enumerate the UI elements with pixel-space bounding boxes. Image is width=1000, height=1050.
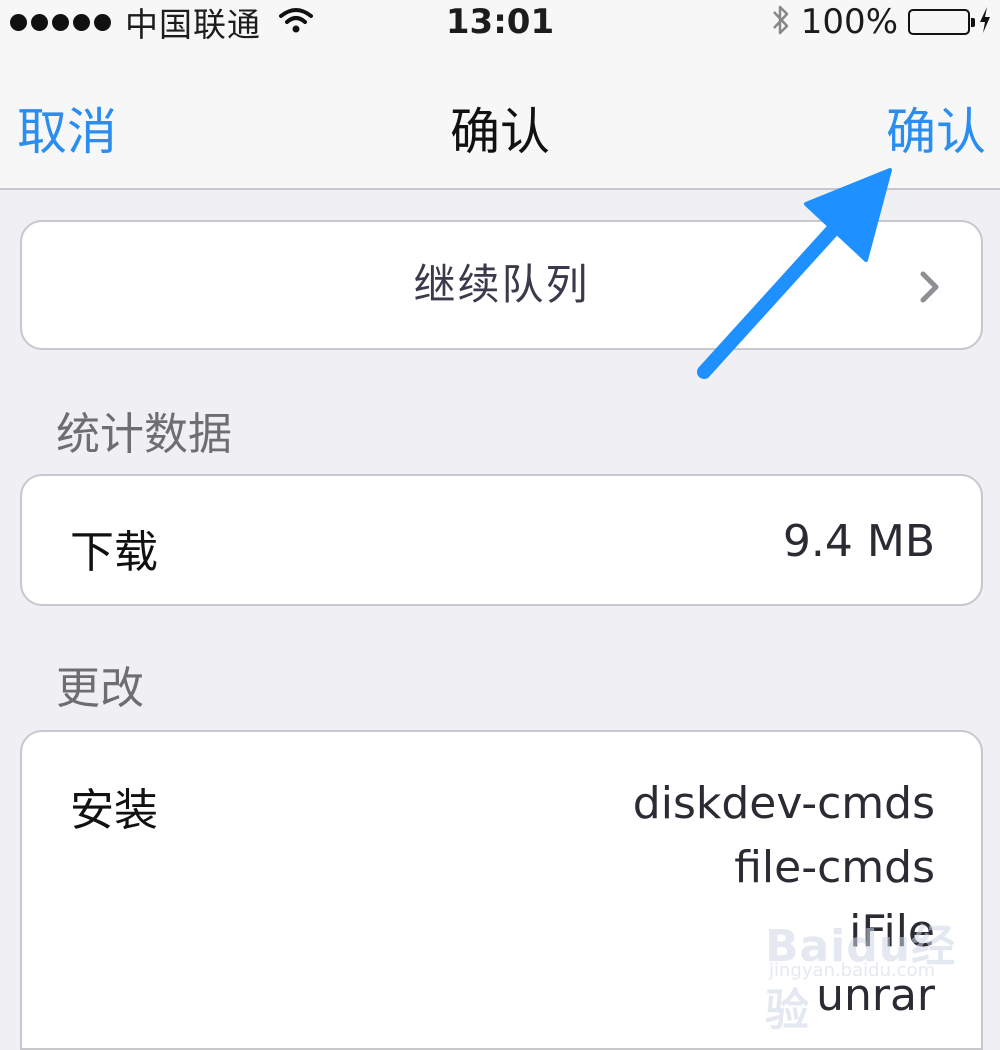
bluetooth-icon [771,2,791,42]
battery-percent: 100% [800,2,898,42]
battery-icon [908,9,975,35]
baidu-watermark: Baidu经验 jingyan.baidu.com [765,910,965,1036]
status-bar: 中国联通 13:01 100% [0,0,1000,44]
install-label: 安装 [70,785,158,836]
install-package: file-cmds [734,842,935,893]
download-value: 9.4 MB [782,516,935,567]
watermark-sub: jingyan.baidu.com [769,960,936,981]
status-right: 100% [771,0,992,44]
confirm-button[interactable]: 确认 [886,92,986,164]
charging-bolt-icon [978,6,992,38]
install-package: diskdev-cmds [632,778,935,829]
download-row: 下载 9.4 MB [20,474,983,606]
continue-queue-button[interactable]: 继续队列 [20,220,983,350]
stats-section-header: 统计数据 [56,409,232,460]
navigation-bar: 取消 确认 确认 [0,44,1000,190]
chevron-right-icon [919,270,941,308]
changes-section-header: 更改 [56,663,144,714]
download-label: 下载 [70,527,158,578]
page-title: 确认 [450,103,550,161]
continue-queue-label: 继续队列 [413,260,590,309]
